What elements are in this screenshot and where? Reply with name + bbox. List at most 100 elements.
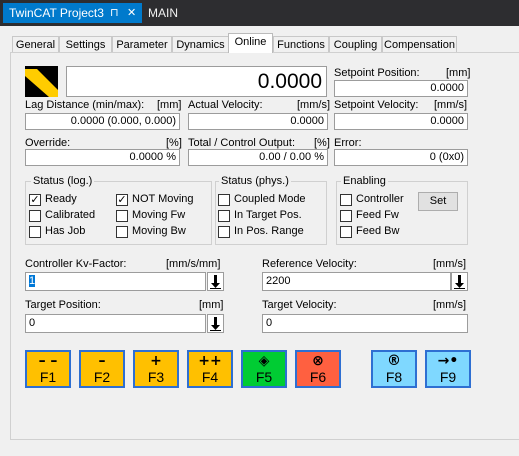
total-output-unit: [%]	[314, 137, 330, 149]
target-velocity-input[interactable]: 0	[262, 314, 468, 333]
not-moving-label: NOT Moving	[132, 193, 194, 205]
target-position-download-button[interactable]	[207, 314, 224, 333]
in-target-pos-checkbox[interactable]	[218, 210, 230, 222]
reference-velocity-download-button[interactable]	[451, 272, 468, 291]
controller-checkbox[interactable]	[340, 194, 352, 206]
lag-distance-unit: [mm]	[157, 99, 182, 111]
f3-jog-forward-button[interactable]: + F3	[133, 350, 179, 388]
reference-velocity-label: Reference Velocity:	[262, 258, 357, 270]
tab-online[interactable]: Online	[228, 33, 273, 53]
f6-label: F6	[309, 369, 327, 385]
set-button[interactable]: Set	[418, 192, 458, 211]
ready-label: Ready	[45, 193, 77, 205]
plus-icon: +	[150, 353, 162, 369]
f2-label: F2	[93, 369, 111, 385]
minus-icon: –	[98, 353, 106, 369]
axis-status-icon	[25, 66, 58, 97]
document-tab-strip: TwinCAT Project3 ⊓ ✕ MAIN	[0, 0, 519, 26]
f1-jog-fast-backward-button[interactable]: – – F1	[25, 350, 71, 388]
double-minus-icon: – –	[38, 353, 58, 369]
moving-bw-label: Moving Bw	[132, 225, 186, 237]
setpoint-position-label: Setpoint Position:	[334, 67, 420, 79]
override-label: Override:	[25, 137, 71, 149]
setpoint-velocity-unit: [mm/s]	[434, 99, 467, 111]
tab-general[interactable]: General	[12, 36, 59, 53]
kv-factor-label: Controller Kv-Factor:	[25, 258, 127, 270]
home-arrow-icon: →•	[437, 353, 459, 369]
pin-icon[interactable]: ⊓	[110, 3, 119, 23]
enabling-title: Enabling	[341, 175, 388, 187]
in-target-pos-label: In Target Pos.	[234, 209, 302, 221]
lag-distance-label: Lag Distance (min/max):	[25, 99, 145, 111]
tab-compensation[interactable]: Compensation	[382, 36, 457, 53]
f1-label: F1	[39, 369, 57, 385]
coupled-mode-label: Coupled Mode	[234, 193, 306, 205]
reference-velocity-input[interactable]: 2200	[262, 272, 451, 291]
stop-icon: ⊗	[312, 353, 324, 369]
f2-jog-backward-button[interactable]: – F2	[79, 350, 125, 388]
actual-velocity-field: 0.0000	[188, 113, 328, 130]
error-label: Error:	[334, 137, 362, 149]
setpoint-position-field: 0.0000	[334, 80, 468, 97]
f6-stop-button[interactable]: ⊗ F6	[295, 350, 341, 388]
override-field: 0.0000 %	[25, 149, 180, 166]
f4-label: F4	[201, 369, 219, 385]
lag-distance-field: 0.0000 (0.000, 0.000)	[25, 113, 180, 130]
ready-checkbox[interactable]: ✓	[29, 194, 41, 206]
feed-fw-label: Feed Fw	[356, 209, 399, 221]
in-pos-range-label: In Pos. Range	[234, 225, 304, 237]
doc-tab-main[interactable]: MAIN	[142, 3, 192, 23]
not-moving-checkbox[interactable]: ✓	[116, 194, 128, 206]
doc-tab-title: TwinCAT Project3	[9, 6, 104, 20]
total-output-field: 0.00 / 0.00 %	[188, 149, 328, 166]
target-position-label: Target Position:	[25, 299, 101, 311]
kv-factor-download-button[interactable]	[207, 272, 224, 291]
moving-fw-checkbox[interactable]	[116, 210, 128, 222]
setpoint-position-unit: [mm]	[446, 67, 471, 79]
setpoint-velocity-field: 0.0000	[334, 113, 468, 130]
total-output-label: Total / Control Output:	[188, 137, 295, 149]
calibrated-label: Calibrated	[45, 209, 96, 221]
setpoint-velocity-label: Setpoint Velocity:	[334, 99, 419, 111]
reference-velocity-unit: [mm/s]	[433, 258, 466, 270]
calibrated-checkbox[interactable]	[29, 210, 41, 222]
override-unit: [%]	[166, 137, 182, 149]
double-plus-icon: ++	[198, 353, 222, 369]
in-pos-range-checkbox[interactable]	[218, 226, 230, 238]
tab-functions[interactable]: Functions	[273, 36, 329, 53]
close-icon[interactable]: ✕	[127, 3, 136, 23]
f8-label: F8	[385, 369, 403, 385]
target-position-unit: [mm]	[199, 299, 224, 311]
f3-label: F3	[147, 369, 165, 385]
tab-parameter[interactable]: Parameter	[112, 36, 172, 53]
feed-bw-label: Feed Bw	[356, 225, 400, 237]
actual-velocity-unit: [mm/s]	[297, 99, 330, 111]
target-velocity-label: Target Velocity:	[262, 299, 337, 311]
tab-dynamics[interactable]: Dynamics	[172, 36, 229, 53]
kv-factor-value: 1	[29, 275, 36, 287]
f9-home-button[interactable]: →• F9	[425, 350, 471, 388]
tab-coupling[interactable]: Coupling	[329, 36, 382, 53]
status-log-title: Status (log.)	[31, 175, 95, 187]
moving-bw-checkbox[interactable]	[116, 226, 128, 238]
error-field: 0 (0x0)	[334, 149, 468, 166]
feed-bw-checkbox[interactable]	[340, 226, 352, 238]
target-velocity-unit: [mm/s]	[433, 299, 466, 311]
start-diamond-icon: ◈	[258, 353, 270, 369]
f8-reset-button[interactable]: ® F8	[371, 350, 417, 388]
doc-tab-twincat-project3[interactable]: TwinCAT Project3 ⊓ ✕	[3, 3, 142, 23]
kv-factor-unit: [mm/s/mm]	[166, 258, 221, 270]
kv-factor-input[interactable]: 1	[25, 272, 206, 291]
has-job-checkbox[interactable]	[29, 226, 41, 238]
tab-settings[interactable]: Settings	[59, 36, 112, 53]
controller-label: Controller	[356, 193, 404, 205]
status-phys-title: Status (phys.)	[219, 175, 291, 187]
f5-label: F5	[255, 369, 273, 385]
coupled-mode-checkbox[interactable]	[218, 194, 230, 206]
actual-position-display: 0.0000	[66, 66, 327, 97]
f5-start-button[interactable]: ◈ F5	[241, 350, 287, 388]
f4-jog-fast-forward-button[interactable]: ++ F4	[187, 350, 233, 388]
target-position-input[interactable]: 0	[25, 314, 206, 333]
feed-fw-checkbox[interactable]	[340, 210, 352, 222]
down-arrow-icon	[454, 275, 465, 289]
